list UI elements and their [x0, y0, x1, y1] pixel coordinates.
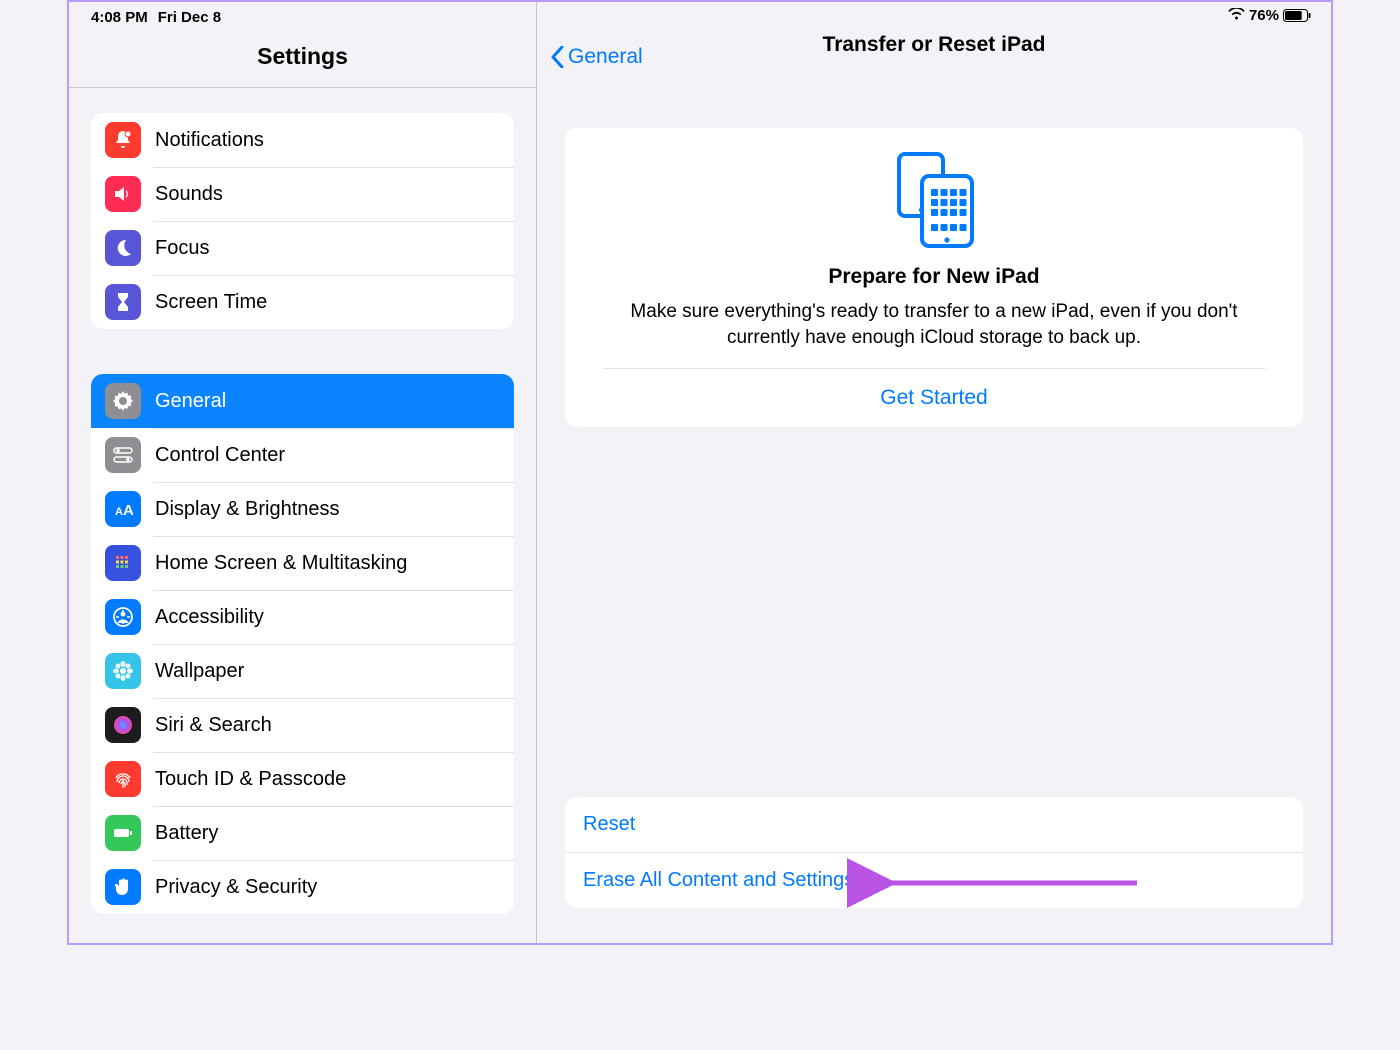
- sidebar-item-label: Focus: [155, 237, 209, 260]
- person-icon: [105, 599, 141, 635]
- sidebar-item-siri[interactable]: Siri & Search: [91, 698, 514, 752]
- sidebar-item-label: Wallpaper: [155, 660, 244, 683]
- detail-header: General Transfer or Reset iPad: [537, 2, 1331, 88]
- status-bar-left: 4:08 PM Fri Dec 8: [69, 2, 536, 26]
- detail-pane: 76% General Transfer or Reset iPad: [537, 2, 1331, 943]
- sidebar-item-label: Touch ID & Passcode: [155, 768, 346, 791]
- sidebar-item-battery[interactable]: Battery: [91, 806, 514, 860]
- sidebar-title: Settings: [69, 26, 536, 88]
- sidebar-item-wallpaper[interactable]: Wallpaper: [91, 644, 514, 698]
- sidebar-group: General Control Center AA Display & Brightn…: [91, 374, 514, 914]
- fingerprint-icon: [105, 761, 141, 797]
- switches-icon: [105, 437, 141, 473]
- moon-icon: [105, 230, 141, 266]
- erase-button[interactable]: Erase All Content and Settings: [565, 852, 1303, 908]
- sidebar-item-screentime[interactable]: Screen Time: [91, 275, 514, 329]
- sidebar-group: Notifications Sounds Focus Screen Time: [91, 113, 514, 329]
- gear-icon: [105, 383, 141, 419]
- prepare-title: Prepare for New iPad: [603, 265, 1265, 289]
- sidebar-item-homescreen[interactable]: Home Screen & Multitasking: [91, 536, 514, 590]
- siri-icon: [105, 707, 141, 743]
- sidebar-item-label: Battery: [155, 822, 218, 845]
- reset-button[interactable]: Reset: [565, 797, 1303, 852]
- sidebar-item-notifications[interactable]: Notifications: [91, 113, 514, 167]
- sidebar-item-label: General: [155, 390, 226, 413]
- sidebar-item-label: Screen Time: [155, 291, 267, 314]
- flower-icon: [105, 653, 141, 689]
- sidebar-item-privacy[interactable]: Privacy & Security: [91, 860, 514, 914]
- reset-options-group: ResetErase All Content and Settings: [565, 797, 1303, 908]
- svg-text:A: A: [115, 506, 123, 518]
- sidebar-item-label: Control Center: [155, 444, 285, 467]
- battery-icon: [105, 815, 141, 851]
- sidebar-item-controlcenter[interactable]: Control Center: [91, 428, 514, 482]
- sidebar-item-label: Notifications: [155, 129, 264, 152]
- grid-icon: [105, 545, 141, 581]
- speaker-icon: [105, 176, 141, 212]
- textsize-icon: AA: [105, 491, 141, 527]
- sidebar-item-touchid[interactable]: Touch ID & Passcode: [91, 752, 514, 806]
- sidebar-item-label: Privacy & Security: [155, 876, 317, 899]
- sidebar-item-label: Accessibility: [155, 606, 264, 629]
- sidebar: 4:08 PM Fri Dec 8 Settings Notifications…: [69, 2, 537, 943]
- svg-text:A: A: [123, 502, 134, 519]
- sidebar-item-label: Sounds: [155, 183, 223, 206]
- status-date: Fri Dec 8: [158, 9, 221, 26]
- sidebar-item-focus[interactable]: Focus: [91, 221, 514, 275]
- sidebar-item-label: Home Screen & Multitasking: [155, 552, 407, 575]
- sidebar-item-label: Siri & Search: [155, 714, 272, 737]
- prepare-card: Prepare for New iPad Make sure everythin…: [565, 128, 1303, 427]
- chevron-left-icon: [551, 46, 564, 68]
- hand-icon: [105, 869, 141, 905]
- sidebar-item-sounds[interactable]: Sounds: [91, 167, 514, 221]
- back-button[interactable]: General: [551, 45, 643, 69]
- bell-icon: [105, 122, 141, 158]
- detail-title: Transfer or Reset iPad: [823, 33, 1046, 57]
- sidebar-item-general[interactable]: General: [91, 374, 514, 428]
- sidebar-item-label: Display & Brightness: [155, 498, 340, 521]
- back-label: General: [568, 45, 643, 69]
- sidebar-item-accessibility[interactable]: Accessibility: [91, 590, 514, 644]
- hourglass-icon: [105, 284, 141, 320]
- devices-icon: [603, 152, 1265, 253]
- status-time: 4:08 PM: [91, 9, 148, 26]
- sidebar-item-display[interactable]: AA Display & Brightness: [91, 482, 514, 536]
- prepare-subtitle: Make sure everything's ready to transfer…: [603, 299, 1265, 350]
- get-started-button[interactable]: Get Started: [565, 369, 1303, 427]
